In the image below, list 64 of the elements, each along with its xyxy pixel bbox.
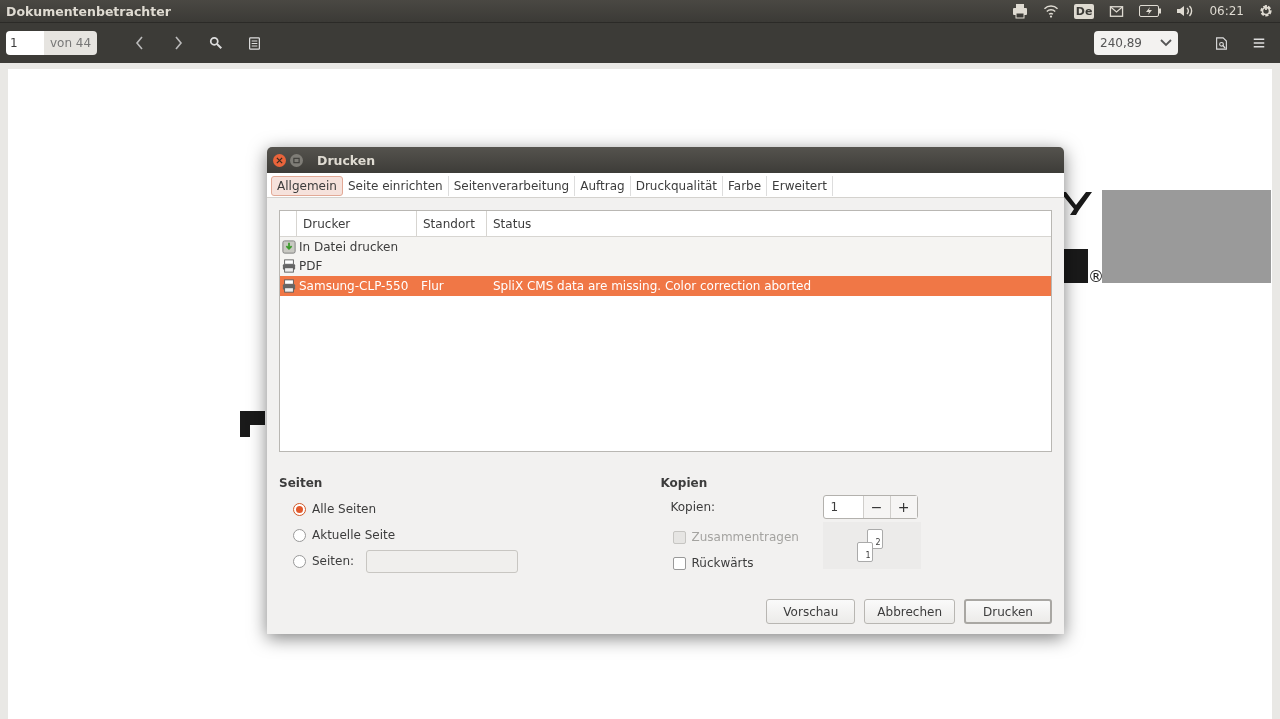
mail-icon [1108, 4, 1126, 18]
tab[interactable]: Allgemein [271, 176, 343, 196]
tab[interactable]: Farbe [723, 176, 768, 196]
printer-row[interactable]: In Datei drucken [280, 237, 1051, 257]
dialog-button[interactable]: Abbrechen [864, 599, 955, 624]
reverse-checkbox[interactable]: Rückwärts [672, 550, 823, 576]
radio-button[interactable] [293, 528, 306, 542]
copies-label: Kopien: [670, 500, 717, 514]
page-range-field[interactable] [366, 549, 519, 573]
copies-spinner[interactable]: 1 − + [822, 495, 918, 519]
radio-label: Aktuelle Seite [312, 528, 396, 542]
decrement-button[interactable]: − [862, 496, 890, 518]
app-title: Dokumentenbetrachter [6, 3, 171, 19]
radio-button[interactable] [293, 502, 306, 516]
printer-row[interactable]: PDF [280, 256, 1051, 276]
page-number-field[interactable]: 1 [6, 31, 44, 55]
dialog-title: Drucken [317, 152, 376, 168]
logo-fragment [1064, 249, 1088, 283]
column-header[interactable]: Drucker [297, 211, 417, 236]
radio-label: Alle Seiten [312, 502, 377, 516]
printer-status: SpliX CMS data are missing. Color correction aborted [493, 278, 812, 293]
document-magnifier-icon [1214, 35, 1228, 51]
battery-icon [1139, 5, 1162, 17]
printer-icon [1011, 3, 1028, 19]
printer-name: Samsung-CLP-550 [299, 278, 409, 293]
registered-mark: ® [1088, 267, 1104, 286]
printer-name: In Datei drucken [299, 239, 399, 254]
menu-icon [1253, 37, 1265, 49]
search-icon [209, 36, 224, 50]
minimize-icon [293, 156, 300, 164]
tab[interactable]: Seite einrichten [342, 176, 449, 196]
chevron-right-icon [173, 36, 184, 50]
tab[interactable]: Erweitert [767, 176, 833, 196]
radio-button[interactable] [293, 554, 306, 568]
chevron-down-icon [1160, 39, 1172, 47]
logo-fragment [240, 411, 265, 437]
tab[interactable]: Seitenverarbeitung [448, 176, 576, 196]
page-count: von 44 [44, 31, 98, 55]
zoom-dropdown[interactable]: 240,89 [1094, 31, 1178, 55]
save-to-file-icon [282, 239, 296, 254]
increment-button[interactable]: + [889, 496, 917, 518]
logo-fragment [1064, 192, 1092, 215]
printer-icon [282, 278, 296, 293]
dialog-button[interactable]: Drucken [964, 599, 1052, 624]
document-icon [247, 35, 261, 51]
dialog-button[interactable]: Vorschau [766, 599, 856, 624]
power-gear-icon [1258, 3, 1274, 19]
collation-preview: 2 1 [822, 522, 921, 569]
keyboard-layout-indicator[interactable]: De [1073, 3, 1095, 19]
clock[interactable]: 06:21 [1209, 4, 1244, 18]
column-header[interactable]: Status [487, 211, 538, 236]
section-heading: Kopien [660, 476, 709, 490]
printer-name: PDF [299, 259, 323, 274]
tab[interactable]: Druckqualität [630, 176, 723, 196]
printer-location: Flur [421, 278, 444, 293]
column-header[interactable]: Standort [417, 211, 487, 236]
printer-icon [282, 259, 296, 274]
close-icon [276, 156, 283, 164]
tab[interactable]: Auftrag [575, 176, 631, 196]
wifi-icon [1041, 4, 1060, 18]
radio-label: Seiten: [312, 554, 355, 568]
close-button[interactable] [273, 153, 286, 167]
minimize-button[interactable] [290, 153, 303, 167]
chevron-left-icon [135, 36, 146, 50]
